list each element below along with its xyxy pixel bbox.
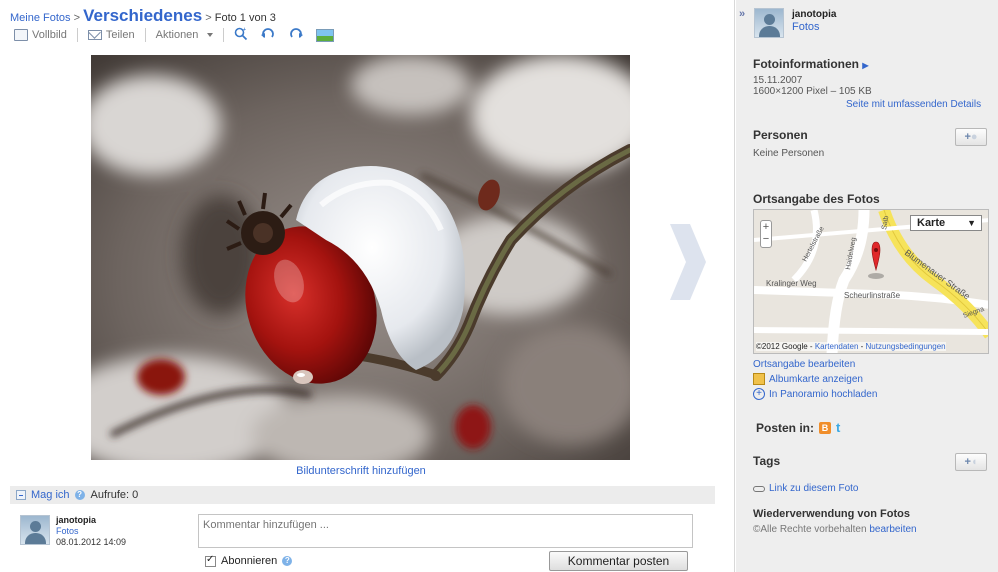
permalink-link[interactable]: Link zu diesem Foto xyxy=(753,483,859,494)
svg-text:+: + xyxy=(243,27,246,33)
rotate-right-icon[interactable] xyxy=(288,27,304,44)
toolbar-divider xyxy=(144,28,146,42)
twitter-icon[interactable]: t xyxy=(836,421,848,434)
breadcrumb: Meine Fotos > Verschiedenes > Foto 1 von… xyxy=(10,6,276,26)
tags-title: Tags xyxy=(753,454,781,468)
breadcrumb-separator: > xyxy=(73,12,81,24)
comment-date: 08.01.2012 14:09 xyxy=(56,537,127,547)
owner-photos-link[interactable]: Fotos xyxy=(792,21,836,34)
subscribe-label[interactable]: Abonnieren xyxy=(221,555,277,567)
like-button[interactable]: Mag ich xyxy=(31,489,70,501)
photo-dimensions: 1600×1200 Pixel – 105 KB xyxy=(753,86,872,97)
album-title[interactable]: Verschiedenes xyxy=(83,6,202,25)
zoom-in-button[interactable]: + xyxy=(761,221,771,233)
map-zoom-control: + − xyxy=(760,220,772,248)
album-map-label: Albumkarte anzeigen xyxy=(769,373,863,385)
owner-name: janotopia xyxy=(792,9,837,20)
commenter-info: janotopia Fotos 08.01.2012 14:09 xyxy=(20,515,126,548)
commenter-name: janotopia xyxy=(56,515,96,525)
rights-text: ©Alle Rechte vorbehalten xyxy=(753,524,867,535)
main-photo[interactable] xyxy=(91,55,630,460)
share-label: Teilen xyxy=(105,29,135,41)
location-title: Ortsangabe des Fotos xyxy=(753,192,880,206)
album-map-link[interactable]: Albumkarte anzeigen xyxy=(753,373,863,385)
owner-info: janotopia Fotos xyxy=(754,8,836,38)
people-text: Keine Personen xyxy=(753,148,825,159)
map-copyright: ©2012 Google - Kartendaten - Nutzungsbed… xyxy=(756,342,946,351)
location-map[interactable]: Kralinger Weg Scheurlinstraße Blumenauer… xyxy=(753,209,989,354)
tag-icon: ◖ xyxy=(970,456,978,468)
rotate-left-icon[interactable] xyxy=(260,27,276,44)
breadcrumb-separator: > xyxy=(205,12,212,24)
photo-viewer: Meine Fotos > Verschiedenes > Foto 1 von… xyxy=(0,0,735,572)
people-title: Personen xyxy=(753,128,808,142)
breadcrumb-my-photos[interactable]: Meine Fotos xyxy=(10,12,71,24)
avatar[interactable] xyxy=(20,515,50,545)
commenter-photos-link[interactable]: Fotos xyxy=(56,526,126,537)
post-in-label: Posten in: xyxy=(756,421,815,435)
share-button[interactable]: Teilen xyxy=(87,29,135,41)
actions-dropdown[interactable]: Aktionen xyxy=(156,29,214,41)
chevron-down-icon: ▼ xyxy=(967,218,976,228)
reuse-row: ©Alle Rechte vorbehalten bearbeiten xyxy=(753,524,917,535)
photo-toolbar: Vollbild Teilen Aktionen + xyxy=(14,27,335,44)
full-details-link[interactable]: Seite mit umfassenden Details xyxy=(846,99,981,110)
map-icon xyxy=(753,373,765,385)
link-icon xyxy=(753,485,765,492)
views-count: Aufrufe: 0 xyxy=(90,489,139,501)
fullscreen-button[interactable]: Vollbild xyxy=(14,29,67,41)
toolbar-divider xyxy=(76,28,78,42)
help-icon[interactable]: ? xyxy=(74,490,85,500)
chevron-down-icon xyxy=(207,33,214,37)
permalink-label: Link zu diesem Foto xyxy=(769,483,859,494)
photo-info-title[interactable]: Fotoinformationen ▶ xyxy=(753,57,868,71)
triangle-right-icon: ▶ xyxy=(862,61,869,70)
subscribe-row: Abonnieren ? xyxy=(205,554,298,567)
map-credit: ©2012 Google - xyxy=(756,342,815,351)
zoom-out-button[interactable]: − xyxy=(761,233,771,245)
map-data-link[interactable]: Kartendaten xyxy=(815,342,859,351)
like-bar: Mag ich ? Aufrufe: 0 xyxy=(10,486,715,504)
collapse-sidebar-button[interactable]: » xyxy=(736,8,748,20)
reuse-title: Wiederverwendung von Fotos xyxy=(753,508,910,520)
add-caption-label[interactable]: Bildunterschrift hinzufügen xyxy=(296,465,426,477)
chevron-right-icon xyxy=(670,224,706,300)
post-in-row: Posten in: B t xyxy=(756,421,848,435)
help-icon[interactable]: ? xyxy=(282,556,293,566)
map-street-label: Kralinger Weg xyxy=(766,279,817,288)
person-icon: ● xyxy=(970,131,978,143)
post-comment-button[interactable]: Kommentar posten xyxy=(549,551,688,571)
map-terms-link[interactable]: Nutzungsbedingungen xyxy=(866,342,946,351)
blogger-icon[interactable]: B xyxy=(819,422,832,434)
photo-sidebar: » janotopia Fotos Fotoinformationen ▶ 15… xyxy=(736,0,998,572)
add-caption-link[interactable]: Bildunterschrift hinzufügen xyxy=(0,465,722,477)
toolbar-divider xyxy=(223,28,225,42)
panoramio-label: In Panoramio hochladen xyxy=(769,388,878,400)
photo-position: Foto 1 von 3 xyxy=(214,12,276,24)
fullscreen-icon xyxy=(14,29,28,41)
edit-rights-link[interactable]: bearbeiten xyxy=(869,524,916,535)
envelope-icon xyxy=(87,30,102,40)
edit-image-icon[interactable] xyxy=(316,28,335,42)
comment-input[interactable] xyxy=(198,514,693,548)
photo-info-label: Fotoinformationen xyxy=(753,57,859,71)
plus-circle-icon: + xyxy=(753,388,765,400)
zoom-icon[interactable]: + xyxy=(234,27,248,44)
edit-location-link[interactable]: Ortsangabe bearbeiten xyxy=(753,359,855,370)
fullscreen-label: Vollbild xyxy=(32,29,67,41)
add-person-button[interactable]: +● xyxy=(955,128,987,146)
map-street-label: Scheurlinstraße xyxy=(844,291,901,300)
next-photo-button[interactable] xyxy=(668,222,708,302)
photo-date: 15.11.2007 xyxy=(753,75,803,86)
like-icon[interactable] xyxy=(16,490,26,500)
map-type-label: Karte xyxy=(917,217,946,229)
map-type-dropdown[interactable]: Karte ▼ xyxy=(910,215,982,231)
actions-label: Aktionen xyxy=(155,29,199,41)
add-tag-button[interactable]: +◖ xyxy=(955,453,987,471)
avatar[interactable] xyxy=(754,8,784,38)
panoramio-upload-link[interactable]: + In Panoramio hochladen xyxy=(753,388,877,400)
subscribe-checkbox[interactable] xyxy=(205,554,216,567)
